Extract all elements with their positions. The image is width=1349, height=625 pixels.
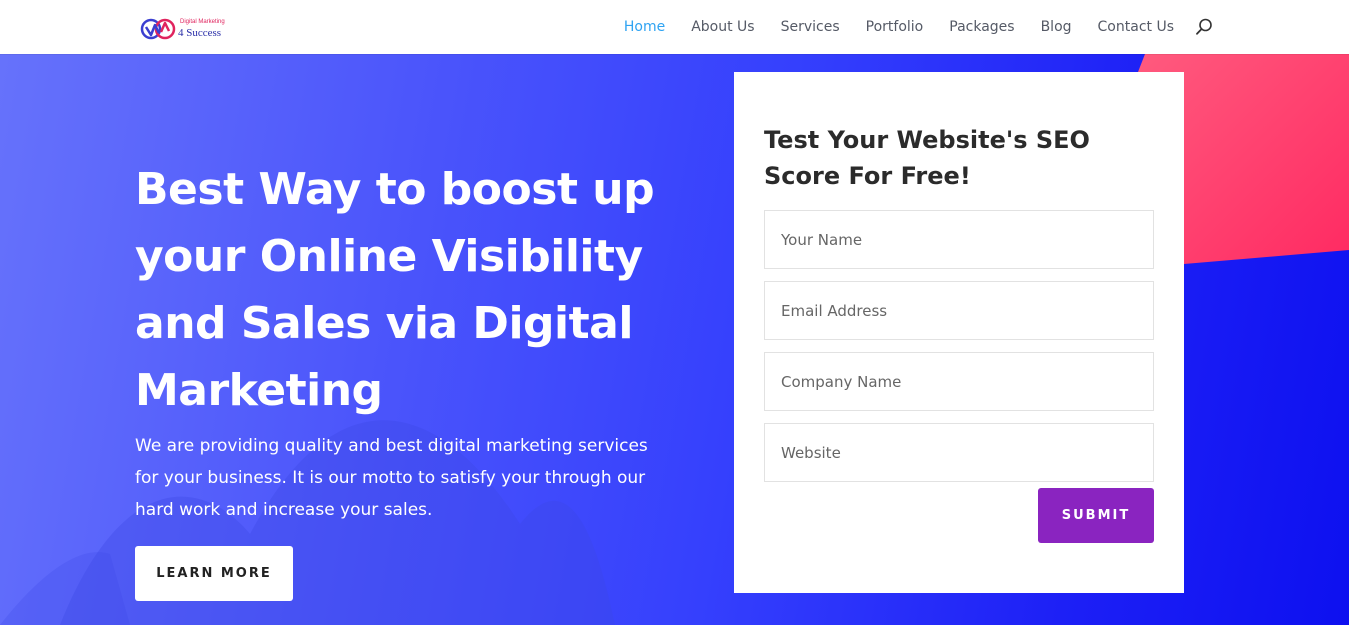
search-icon[interactable] <box>1194 17 1214 37</box>
nav-item-packages[interactable]: Packages <box>949 19 1014 35</box>
nav-item-contact-us[interactable]: Contact Us <box>1098 19 1174 35</box>
site-header: Digital Marketing 4 Success Home About U… <box>0 0 1349 54</box>
hero-subtext: We are providing quality and best digita… <box>135 436 648 520</box>
logo-tagline: Digital Marketing <box>180 19 225 25</box>
learn-more-button[interactable]: LEARN MORE <box>135 546 293 601</box>
logo-mark-icon <box>140 18 176 40</box>
nav-item-blog[interactable]: Blog <box>1041 19 1072 35</box>
main-nav: Home About Us Services Portfolio Package… <box>624 0 1174 54</box>
nav-item-services[interactable]: Services <box>781 19 840 35</box>
company-field[interactable] <box>764 352 1154 411</box>
hero-section: Best Way to boost up your Online Visibil… <box>0 54 1349 625</box>
nav-item-portfolio[interactable]: Portfolio <box>866 19 924 35</box>
nav-item-about-us[interactable]: About Us <box>691 19 754 35</box>
nav-item-home[interactable]: Home <box>624 19 665 35</box>
hero-headline: Best Way to boost up your Online Visibil… <box>135 164 655 416</box>
logo-name: 4 Success <box>178 27 222 39</box>
form-title: Test Your Website's SEO Score For Free! <box>764 126 1090 190</box>
seo-form-card: Test Your Website's SEO Score For Free! … <box>734 72 1184 593</box>
submit-button[interactable]: SUBMIT <box>1038 488 1154 543</box>
name-field[interactable] <box>764 210 1154 269</box>
website-field[interactable] <box>764 423 1154 482</box>
email-field[interactable] <box>764 281 1154 340</box>
site-logo[interactable]: Digital Marketing 4 Success <box>140 13 230 43</box>
